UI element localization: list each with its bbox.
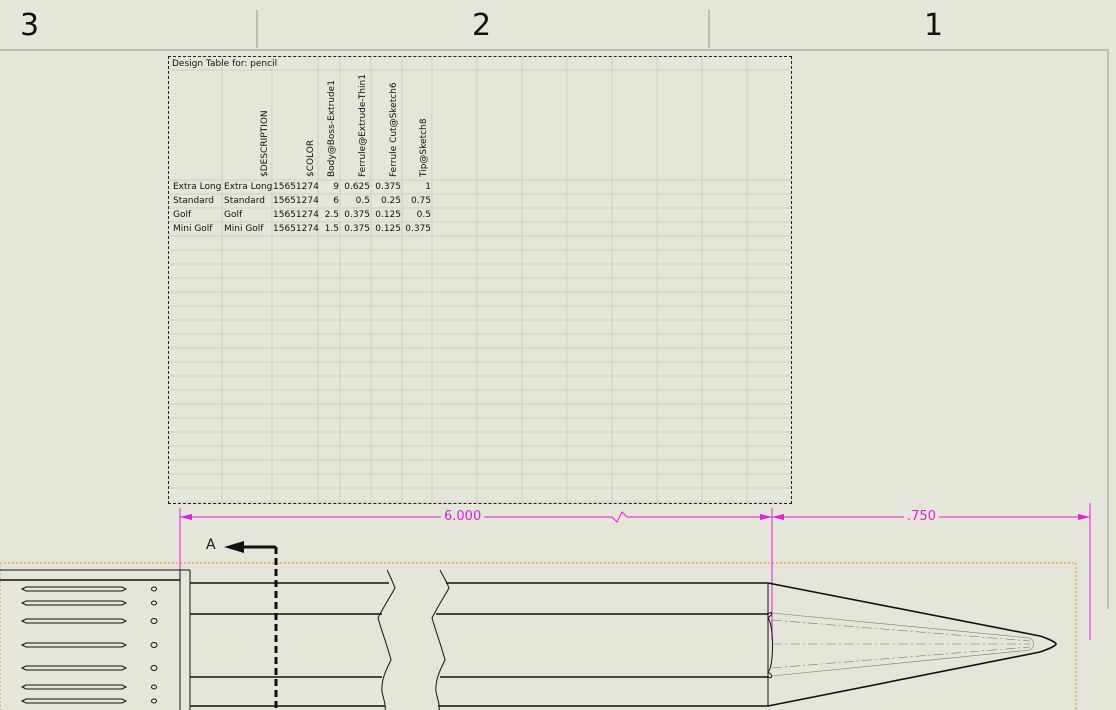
- pencil-body-left: [190, 582, 389, 707]
- table-cell-body[interactable]: 9: [319, 180, 339, 194]
- table-cell-ferrule[interactable]: 0.375: [341, 222, 370, 236]
- table-cell-config[interactable]: Extra Long: [173, 180, 221, 194]
- table-cell-color[interactable]: 15651274: [273, 208, 319, 222]
- design-table[interactable]: Design Table for: pencil $DESCRIPTION $C…: [168, 56, 792, 504]
- pencil-tip: [767, 582, 1057, 707]
- table-cell-tip[interactable]: 0.75: [403, 194, 431, 208]
- ferrule-grooves: [20, 586, 128, 704]
- table-cell-description[interactable]: Extra Long: [224, 180, 272, 194]
- table-cell-config[interactable]: Golf: [173, 208, 191, 222]
- section-view-label[interactable]: A: [206, 537, 216, 553]
- table-cell-tip[interactable]: 1: [403, 180, 431, 194]
- table-cell-tip[interactable]: 0.5: [403, 208, 431, 222]
- view-boundary: [0, 562, 1077, 710]
- break-line-right: [431, 569, 450, 710]
- column-header-ferrule-cut: Ferrule Cut@Sketch6: [389, 82, 399, 177]
- table-cell-body[interactable]: 2.5: [319, 208, 339, 222]
- table-cell-ferrule[interactable]: 0.5: [341, 194, 370, 208]
- table-cell-config[interactable]: Mini Golf: [173, 222, 212, 236]
- dimension-arrow: [772, 514, 784, 520]
- table-cell-description[interactable]: Golf: [224, 208, 242, 222]
- dimension-arrow: [180, 514, 192, 520]
- table-cell-body[interactable]: 1.5: [319, 222, 339, 236]
- dimension-arrow: [1078, 514, 1090, 520]
- break-line-left: [377, 569, 396, 710]
- table-cell-description[interactable]: Mini Golf: [224, 222, 263, 236]
- table-cell-ferrule-cut[interactable]: 0.375: [372, 180, 401, 194]
- table-cell-color[interactable]: 15651274: [273, 194, 319, 208]
- table-cell-color[interactable]: 15651274: [273, 180, 319, 194]
- table-cell-ferrule-cut[interactable]: 0.25: [372, 194, 401, 208]
- table-cell-ferrule[interactable]: 0.375: [341, 208, 370, 222]
- column-header-description: $DESCRIPTION: [260, 110, 270, 177]
- table-cell-tip[interactable]: 0.375: [403, 222, 431, 236]
- table-cell-ferrule-cut[interactable]: 0.125: [372, 208, 401, 222]
- design-table-title: Design Table for: pencil: [172, 59, 278, 69]
- column-header-color: $COLOR: [306, 139, 316, 177]
- table-cell-body[interactable]: 6: [319, 194, 339, 208]
- column-header-body: Body@Boss-Extrude1: [327, 80, 337, 177]
- dimension-break: [611, 511, 628, 523]
- column-header-ferrule: Ferrule@Extrude-Thin1: [358, 74, 368, 177]
- table-cell-color[interactable]: 15651274: [273, 222, 319, 236]
- pencil-body-right: [436, 582, 768, 707]
- drawing-sheet[interactable]: 3 2 1 6.000 .750 A Design Table for: pen…: [0, 0, 1116, 710]
- dimension-body-length[interactable]: 6.000: [441, 510, 485, 524]
- table-cell-ferrule[interactable]: 0.625: [341, 180, 370, 194]
- table-cell-config[interactable]: Standard: [173, 194, 214, 208]
- column-header-tip: Tip@Sketch8: [419, 118, 429, 177]
- section-arrow-head: [224, 541, 244, 553]
- dimension-arrow: [760, 514, 772, 520]
- table-cell-description[interactable]: Standard: [224, 194, 265, 208]
- ferrule-dots: [150, 586, 158, 704]
- dimension-tip-length[interactable]: .750: [904, 510, 939, 524]
- table-cell-ferrule-cut[interactable]: 0.125: [372, 222, 401, 236]
